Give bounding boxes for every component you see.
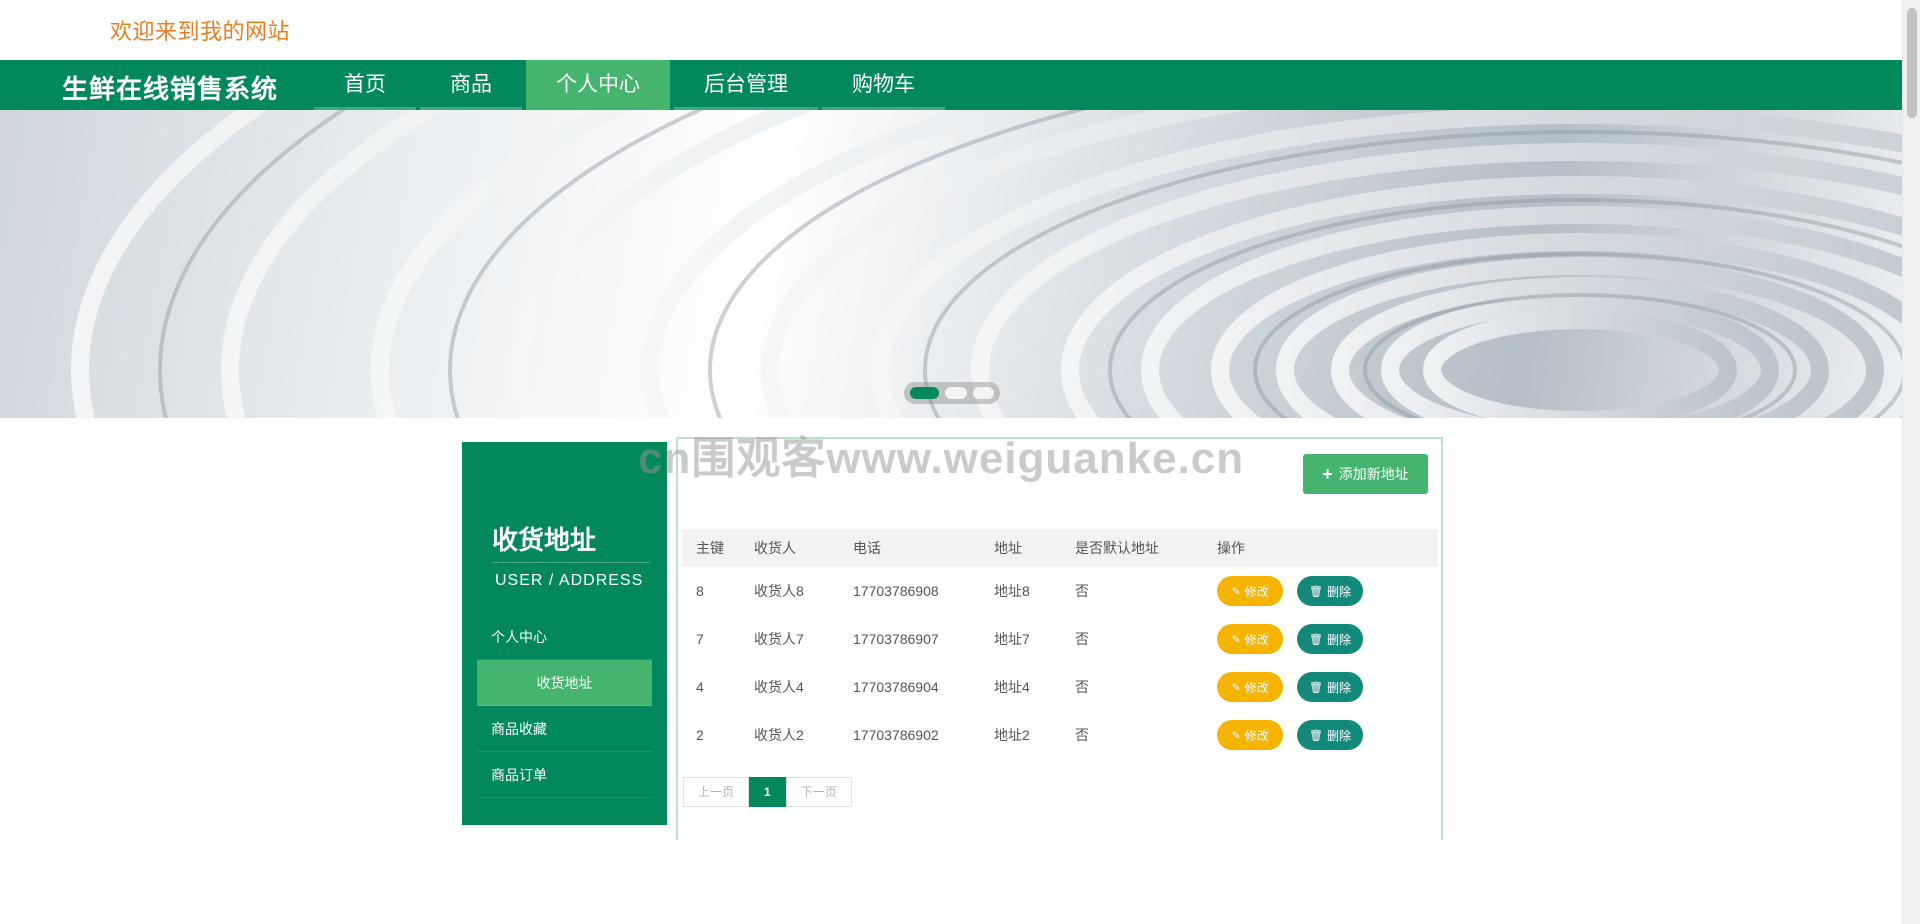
nav-item-personal-center[interactable]: 个人中心 [526, 60, 670, 110]
edit-button[interactable]: ✎ 修改 [1217, 720, 1283, 750]
delete-button[interactable]: 🗑 删除 [1297, 672, 1363, 702]
cell-actions: ✎ 修改 🗑 删除 [1217, 663, 1438, 711]
cell-address: 地址7 [994, 631, 1030, 647]
sidebar-item-favorites[interactable]: 商品收藏 [477, 706, 652, 752]
address-table: 主键 收货人 电话 地址 是否默认地址 操作 8 收货人8 1770378690… [682, 529, 1438, 759]
cell-recipient: 收货人7 [754, 631, 804, 647]
carousel-dot-2[interactable] [945, 387, 967, 399]
add-address-label: 添加新地址 [1338, 466, 1409, 482]
cell-default: 否 [1075, 583, 1089, 599]
table-row: 4 收货人4 17703786904 地址4 否 ✎ 修改 🗑 删除 [682, 663, 1438, 711]
page-number-current[interactable]: 1 [749, 777, 786, 807]
edit-button[interactable]: ✎ 修改 [1217, 672, 1283, 702]
edit-label: 修改 [1244, 632, 1269, 647]
delete-button[interactable]: 🗑 删除 [1297, 624, 1363, 654]
delete-button[interactable]: 🗑 删除 [1297, 720, 1363, 750]
sidebar-menu: 个人中心 收货地址 商品收藏 商品订单 [477, 614, 652, 798]
sidebar-item-personal-center[interactable]: 个人中心 [477, 614, 652, 660]
table-row: 7 收货人7 17703786907 地址7 否 ✎ 修改 🗑 删除 [682, 615, 1438, 663]
cell-default: 否 [1075, 631, 1089, 647]
address-panel: + 添加新地址 主键 收货人 电话 地址 是否默认地址 操作 8 收货人8 17… [676, 437, 1443, 840]
brand-title: 生鲜在线销售系统 [62, 74, 279, 104]
pencil-icon: ✎ [1231, 729, 1241, 742]
table-row: 2 收货人2 17703786902 地址2 否 ✎ 修改 🗑 删除 [682, 711, 1438, 759]
sidebar: 收货地址 USER / ADDRESS 个人中心 收货地址 商品收藏 商品订单 [462, 442, 667, 825]
cell-actions: ✎ 修改 🗑 删除 [1217, 711, 1438, 759]
edit-button[interactable]: ✎ 修改 [1217, 624, 1283, 654]
nav-item-admin[interactable]: 后台管理 [674, 60, 818, 110]
pencil-icon: ✎ [1231, 633, 1241, 646]
cell-id: 7 [696, 631, 704, 647]
top-welcome-bar: 欢迎来到我的网站 [0, 0, 1902, 60]
pencil-icon: ✎ [1231, 585, 1241, 598]
nav-item-home[interactable]: 首页 [314, 60, 416, 110]
column-header-address: 地址 [994, 529, 1075, 567]
trash-icon: 🗑 [1309, 729, 1323, 742]
delete-label: 删除 [1326, 680, 1351, 695]
banner-carousel[interactable] [0, 110, 1902, 418]
carousel-indicators [904, 382, 1000, 404]
cell-address: 地址2 [994, 727, 1030, 743]
delete-label: 删除 [1326, 584, 1351, 599]
plus-icon: + [1322, 464, 1333, 484]
cell-default: 否 [1075, 727, 1089, 743]
edit-label: 修改 [1244, 728, 1269, 743]
cell-id: 4 [696, 679, 704, 695]
nav-item-products[interactable]: 商品 [420, 60, 522, 110]
column-header-actions: 操作 [1217, 529, 1438, 567]
banner-image [71, 110, 1902, 418]
carousel-dot-3[interactable] [972, 387, 994, 399]
scrollbar-thumb[interactable] [1907, 8, 1917, 118]
nav-item-cart[interactable]: 购物车 [822, 60, 945, 110]
cell-actions: ✎ 修改 🗑 删除 [1217, 615, 1438, 663]
sidebar-divider [492, 562, 650, 563]
cell-id: 8 [696, 583, 704, 599]
cell-phone: 17703786904 [853, 679, 939, 695]
main-nav: 生鲜在线销售系统 首页 商品 个人中心 后台管理 购物车 [0, 60, 1902, 110]
table-header-row: 主键 收货人 电话 地址 是否默认地址 操作 [682, 529, 1438, 567]
column-header-default: 是否默认地址 [1075, 529, 1217, 567]
cell-recipient: 收货人8 [754, 583, 804, 599]
trash-icon: 🗑 [1309, 681, 1323, 694]
column-header-id: 主键 [682, 529, 754, 567]
trash-icon: 🗑 [1309, 585, 1323, 598]
pencil-icon: ✎ [1231, 681, 1241, 694]
prev-page-button[interactable]: 上一页 [683, 777, 750, 807]
cell-phone: 17703786908 [853, 583, 939, 599]
pagination: 上一页 1 下一页 [683, 777, 852, 807]
cell-phone: 17703786902 [853, 727, 939, 743]
trash-icon: 🗑 [1309, 633, 1323, 646]
column-header-recipient: 收货人 [754, 529, 853, 567]
delete-label: 删除 [1326, 632, 1351, 647]
edit-button[interactable]: ✎ 修改 [1217, 576, 1283, 606]
delete-button[interactable]: 🗑 删除 [1297, 576, 1363, 606]
site-watermark: cn围观客www.weiguanke.cn [638, 434, 1245, 483]
cell-actions: ✎ 修改 🗑 删除 [1217, 567, 1438, 615]
column-header-phone: 电话 [853, 529, 994, 567]
edit-label: 修改 [1244, 680, 1269, 695]
cell-address: 地址4 [994, 679, 1030, 695]
cell-recipient: 收货人4 [754, 679, 804, 695]
sidebar-item-address[interactable]: 收货地址 [477, 660, 652, 706]
next-page-button[interactable]: 下一页 [785, 777, 852, 807]
nav-items: 首页 商品 个人中心 后台管理 购物车 [314, 60, 949, 110]
delete-label: 删除 [1326, 728, 1351, 743]
page-scrollbar[interactable] [1902, 0, 1920, 924]
carousel-dot-1[interactable] [910, 387, 940, 399]
welcome-text: 欢迎来到我的网站 [110, 19, 291, 44]
cell-id: 2 [696, 727, 704, 743]
sidebar-subtitle: USER / ADDRESS [495, 572, 644, 589]
add-address-button[interactable]: + 添加新地址 [1303, 454, 1428, 494]
edit-label: 修改 [1244, 584, 1269, 599]
cell-address: 地址8 [994, 583, 1030, 599]
cell-phone: 17703786907 [853, 631, 939, 647]
cell-recipient: 收货人2 [754, 727, 804, 743]
sidebar-item-orders[interactable]: 商品订单 [477, 752, 652, 798]
cell-default: 否 [1075, 679, 1089, 695]
sidebar-title: 收货地址 [492, 525, 597, 555]
table-row: 8 收货人8 17703786908 地址8 否 ✎ 修改 🗑 删除 [682, 567, 1438, 615]
